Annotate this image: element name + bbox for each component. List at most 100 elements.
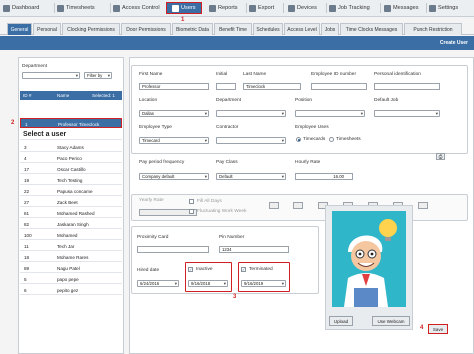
user-row[interactable]: 22 Papusa concame	[20, 186, 122, 196]
nav-export[interactable]: Export	[249, 2, 274, 14]
nav-timesheets[interactable]: Timesheets	[57, 2, 95, 14]
tab-time-clocks-messages[interactable]: Time Clocks Messages	[340, 23, 403, 35]
proximity-card-label: Proximity Card	[137, 235, 169, 240]
employee-id-field[interactable]	[311, 83, 367, 90]
name-column-header[interactable]: Name	[57, 93, 69, 98]
user-row[interactable]: 18 Mohame Rares	[20, 252, 122, 262]
envelope-icon	[384, 4, 391, 12]
step-marker-2: 2	[11, 120, 15, 126]
nav-job-tracking[interactable]: Job Tracking	[329, 2, 370, 14]
employee-type-select[interactable]: Timecard	[139, 137, 209, 144]
inactive-label: Inactive	[196, 267, 213, 272]
tab-door-permissions[interactable]: Door Permissions	[121, 23, 171, 35]
device-icon	[288, 4, 295, 12]
briefcase-icon	[329, 4, 336, 12]
inactive-checkbox[interactable]: ✓	[188, 267, 193, 272]
contractor-select[interactable]	[216, 137, 286, 144]
employee-id-label: Employee ID number	[311, 72, 357, 77]
lock-icon	[113, 4, 120, 12]
employee-uses-label: Employee Uses	[295, 125, 329, 130]
position-label: Position	[295, 98, 313, 103]
pay-period-select[interactable]: Company default	[139, 173, 209, 180]
filter-by-select[interactable]: Filter by	[84, 72, 112, 79]
tab-benefit-time[interactable]: Benefit Time	[214, 23, 252, 35]
selected-count: Selected: 1	[92, 93, 115, 98]
nav-devices[interactable]: Devices	[288, 2, 317, 14]
user-row[interactable]: 17 Oscar Castillo	[20, 164, 122, 174]
user-row[interactable]: 82 Jaskaran Singh	[20, 219, 122, 229]
terminated-label: Terminated	[249, 267, 273, 272]
user-tabs: General Personal Clocking Permissions Do…	[0, 23, 474, 35]
tab-general[interactable]: General	[7, 23, 32, 35]
inactive-date-picker[interactable]: 9/16/2018	[188, 280, 228, 287]
nav-divider	[283, 3, 284, 13]
user-row[interactable]: 81 Mohamed Rashed	[20, 208, 122, 218]
nav-divider	[380, 3, 381, 13]
proximity-card-field[interactable]	[137, 246, 209, 253]
nav-messages[interactable]: Messages	[384, 2, 419, 14]
first-name-field[interactable]: Professor	[139, 83, 209, 90]
tab-personal[interactable]: Personal	[33, 23, 61, 35]
position-select[interactable]	[295, 110, 365, 117]
save-button[interactable]: Save	[428, 324, 448, 334]
day-stepper[interactable]	[418, 202, 428, 209]
location-select[interactable]: Dallas	[139, 110, 209, 117]
nav-reports[interactable]: Reports	[209, 2, 238, 14]
fluctuating-checkbox[interactable]	[189, 209, 194, 214]
timecards-radio-label: Timecards	[303, 137, 326, 142]
initial-field[interactable]	[216, 83, 236, 90]
nav-divider	[246, 3, 247, 13]
tab-schedules[interactable]: Schedules	[253, 23, 283, 35]
nav-divider	[326, 3, 327, 13]
user-id: 1	[25, 122, 28, 127]
tab-jobs[interactable]: Jobs	[321, 23, 339, 35]
user-row[interactable]: 100 Mohamed	[20, 230, 122, 240]
user-row[interactable]: 3 Stacy Adams	[20, 142, 122, 152]
timesheets-radio[interactable]	[329, 137, 334, 142]
day-stepper[interactable]	[293, 202, 303, 209]
terminated-date-picker[interactable]: 9/16/2019	[241, 280, 286, 287]
day-stepper[interactable]	[269, 202, 279, 209]
fill-all-days-checkbox[interactable]	[189, 199, 194, 204]
nav-settings[interactable]: Settings	[429, 2, 458, 14]
nav-access-control[interactable]: Access Control	[113, 2, 160, 14]
hired-date-picker[interactable]: 6/24/2016	[137, 280, 179, 287]
location-label: Location	[139, 98, 158, 103]
nav-divider	[54, 3, 55, 13]
pay-period-label: Pay period frequency	[139, 160, 185, 165]
tab-punch-restriction[interactable]: Punch Restriction	[404, 23, 462, 35]
pin-number-field[interactable]: 1234	[219, 246, 289, 253]
tab-biometric-data[interactable]: Biometric Data	[172, 23, 213, 35]
department-filter-select[interactable]	[22, 72, 80, 79]
last-name-label: Last Name	[243, 72, 267, 77]
upload-button[interactable]: Upload	[329, 316, 353, 326]
user-row[interactable]: 11 Tech Jar	[20, 241, 122, 251]
create-user-button[interactable]: Create User	[440, 40, 468, 46]
user-row[interactable]: 19 Tech Testing	[20, 175, 122, 185]
timecards-radio[interactable]	[296, 137, 301, 142]
id-column-header[interactable]: ID #	[23, 93, 31, 98]
nav-dashboard[interactable]: Dashboard	[3, 2, 39, 14]
user-row[interactable]: 27 Zack Beet	[20, 197, 122, 207]
user-row-selected[interactable]: 1 Professor Timeclock	[20, 118, 122, 128]
user-row[interactable]: 5 papo pepe	[20, 274, 122, 284]
fill-all-days-label: Fill All Days	[197, 199, 222, 204]
printer-icon[interactable]: ⎙	[436, 153, 445, 160]
personal-id-field[interactable]	[374, 83, 440, 90]
action-bar	[0, 36, 474, 50]
last-name-field[interactable]: Timeclock	[243, 83, 301, 90]
tab-access-level[interactable]: Access Level	[284, 23, 320, 35]
user-row[interactable]: 89 Nagu Patel	[20, 263, 122, 273]
pay-class-select[interactable]: Default	[216, 173, 286, 180]
use-webcam-button[interactable]: Use Webcam	[372, 316, 410, 326]
user-name: Professor Timeclock	[58, 122, 100, 127]
hourly-rate-field[interactable]: 16.00	[295, 173, 353, 180]
department-select[interactable]	[216, 110, 286, 117]
user-row[interactable]: 4 Paco Perico	[20, 153, 122, 163]
default-job-select[interactable]	[374, 110, 440, 117]
user-icon	[172, 4, 179, 12]
user-row[interactable]: 6 pepito gez	[20, 285, 122, 295]
tab-clocking-permissions[interactable]: Clocking Permissions	[62, 23, 120, 35]
nav-users[interactable]: Users	[166, 2, 202, 14]
terminated-checkbox[interactable]: ✓	[241, 267, 246, 272]
